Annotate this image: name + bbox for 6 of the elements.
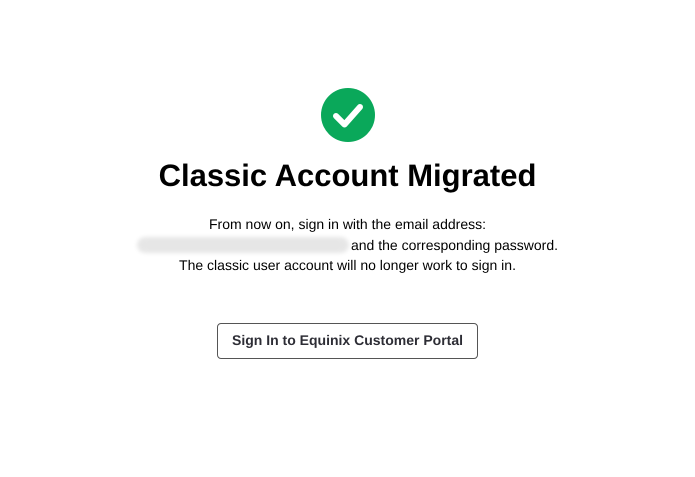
message-text: and the corresponding password. <box>350 236 558 255</box>
success-check-icon <box>320 88 374 142</box>
page-title: Classic Account Migrated <box>158 157 536 195</box>
message-text: From now on, sign in with the email address: <box>208 215 486 234</box>
sign-in-button[interactable]: Sign In to Equinix Customer Portal <box>217 322 478 358</box>
message-text: The classic user account will no longer work to sign in. <box>179 256 516 275</box>
